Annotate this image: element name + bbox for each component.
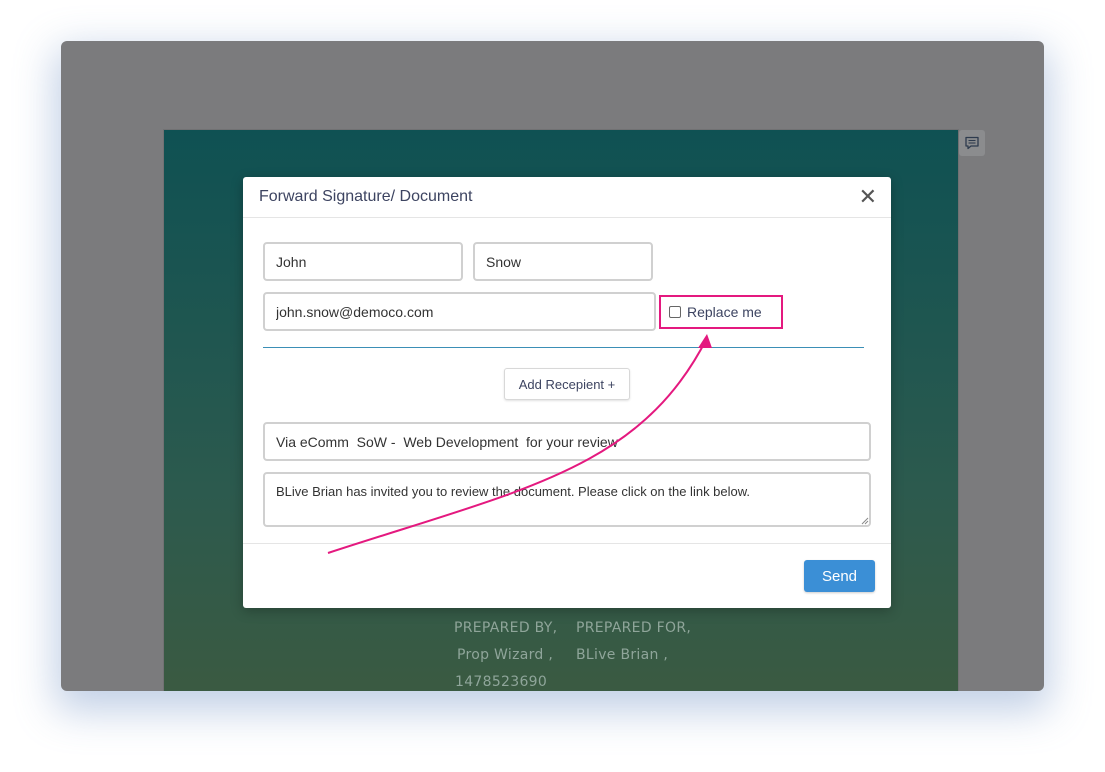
prepared-for-label: PREPARED FOR, (576, 620, 692, 636)
subject-input[interactable] (263, 422, 871, 461)
resize-grip-icon[interactable] (861, 517, 869, 525)
forward-document-modal: Forward Signature/ Document ✕ Replace me… (243, 177, 891, 608)
recipient-divider (263, 347, 864, 348)
modal-header: Forward Signature/ Document ✕ (243, 177, 891, 218)
prepared-by-name: Prop Wizard , (457, 647, 554, 663)
modal-title: Forward Signature/ Document (259, 188, 473, 205)
message-textarea[interactable]: BLive Brian has invited you to review th… (263, 472, 871, 527)
email-input[interactable] (263, 292, 656, 331)
send-button[interactable]: Send (804, 560, 875, 592)
prepared-by-phone: 1478523690 (455, 674, 548, 690)
prepared-for-name: BLive Brian , (576, 647, 669, 663)
replace-me-label: Replace me (687, 304, 762, 320)
first-name-input[interactable] (263, 242, 463, 281)
modal-footer-divider (243, 543, 891, 544)
comment-button[interactable] (959, 130, 985, 156)
last-name-input[interactable] (473, 242, 653, 281)
replace-me-checkbox[interactable] (669, 306, 681, 318)
add-recipient-button[interactable]: Add Recepient + (504, 368, 630, 400)
comment-icon (965, 136, 979, 150)
close-icon[interactable]: ✕ (859, 185, 877, 209)
replace-me-option[interactable]: Replace me (659, 295, 783, 329)
prepared-by-label: PREPARED BY, (454, 620, 558, 636)
